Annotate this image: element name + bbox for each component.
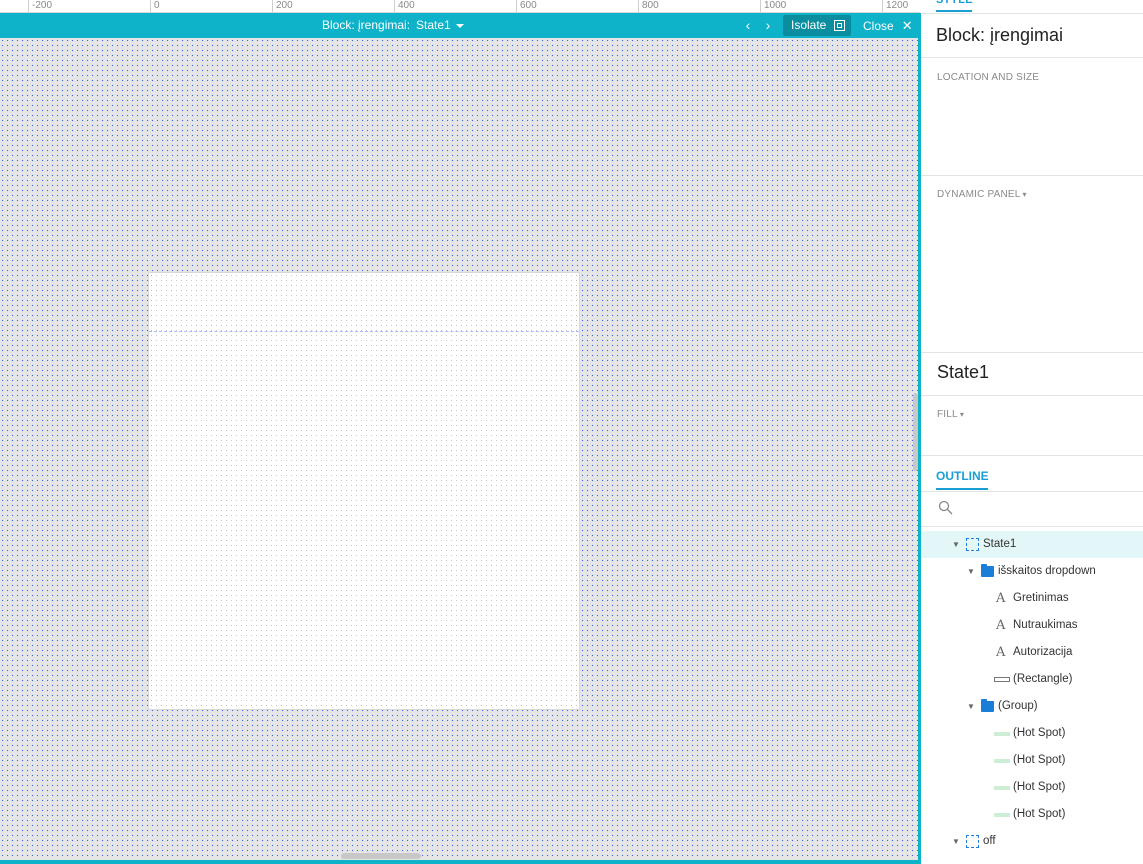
outline-item-label: State1: [983, 538, 1017, 550]
close-icon: ✕: [901, 18, 913, 33]
divider: [921, 352, 1143, 353]
fill-label[interactable]: FILL ▾: [937, 409, 964, 420]
hotspot-icon: [994, 732, 1010, 736]
text-widget-icon: A: [996, 645, 1006, 660]
outline-item-hotspot[interactable]: (Hot Spot): [921, 774, 1143, 801]
divider: [921, 491, 1143, 492]
ruler-label: 1000: [760, 0, 786, 12]
outline-tree: ▼ State1 ▼ išskaitos dropdown A Gretinim…: [921, 531, 1143, 855]
text-widget-icon: A: [996, 591, 1006, 606]
tab-style-underline: [936, 10, 972, 12]
state-selector[interactable]: Block: įrengimai: State1: [322, 13, 464, 38]
block-title: Block: įrengimai: [936, 25, 1064, 45]
isolate-button[interactable]: Isolate: [783, 15, 851, 36]
outline-item-label: išskaitos dropdown: [998, 565, 1096, 577]
location-size-label[interactable]: LOCATION AND SIZE: [937, 72, 1039, 83]
outline-item-label: off: [983, 835, 996, 847]
expand-arrow-icon[interactable]: ▼: [952, 531, 960, 558]
outline-item-iskaitos-dropdown[interactable]: ▼ išskaitos dropdown: [921, 558, 1143, 585]
tab-outline-underline: [936, 488, 988, 490]
outline-item-label: Nutraukimas: [1013, 619, 1078, 631]
expand-arrow-icon[interactable]: ▼: [967, 558, 975, 585]
chevron-right-icon[interactable]: ›: [759, 13, 777, 38]
ruler-label: 200: [272, 0, 293, 12]
isolate-icon: [834, 20, 845, 31]
horizontal-ruler: -200 0 200 400 600 800 1000 1200: [0, 0, 920, 13]
fill-text: FILL: [937, 409, 958, 420]
state-content-area[interactable]: [148, 272, 580, 710]
guide-line: [149, 331, 579, 332]
outline-item-gretinimas[interactable]: A Gretinimas: [921, 585, 1143, 612]
outline-item-hotspot[interactable]: (Hot Spot): [921, 747, 1143, 774]
inspector-panel: STYLE Block: įrengimai LOCATION AND SIZE…: [921, 0, 1143, 864]
ruler-label: 0: [150, 0, 160, 12]
horizontal-scrollbar[interactable]: [341, 853, 421, 859]
outline-item-label: (Rectangle): [1013, 673, 1073, 685]
design-canvas[interactable]: [0, 38, 918, 860]
outline-item-label: Gretinimas: [1013, 592, 1069, 604]
divider: [921, 57, 1143, 58]
folder-icon: [981, 699, 994, 712]
state-title: State1: [937, 362, 990, 382]
folder-icon: [981, 564, 994, 577]
expand-arrow-icon[interactable]: ▼: [952, 828, 960, 855]
tab-outline[interactable]: OUTLINE: [936, 469, 989, 483]
outline-item-label: (Hot Spot): [1013, 781, 1066, 793]
outline-item-autorizacija[interactable]: A Autorizacija: [921, 639, 1143, 666]
block-name-label: Block: įrengimai:: [322, 18, 411, 32]
ruler-label: 400: [394, 0, 415, 12]
dropdown-caret-icon: ▾: [1022, 190, 1027, 199]
hotspot-icon: [994, 786, 1010, 790]
ruler-label: -200: [28, 0, 52, 12]
state-icon: [966, 538, 979, 551]
ruler-label: 800: [638, 0, 659, 12]
divider: [921, 395, 1143, 396]
dropdown-caret-icon: ▾: [959, 410, 965, 419]
isolate-label: Isolate: [791, 18, 827, 32]
outline-item-state1[interactable]: ▼ State1: [921, 531, 1143, 558]
outline-item-group[interactable]: ▼ (Group): [921, 693, 1143, 720]
bottom-border: [0, 860, 920, 864]
expand-arrow-icon[interactable]: ▼: [967, 693, 975, 720]
outline-search-input[interactable]: [957, 498, 1137, 518]
ruler-label: 1200: [882, 0, 908, 12]
outline-item-rectangle[interactable]: (Rectangle): [921, 666, 1143, 693]
close-button[interactable]: Close ✕: [863, 13, 913, 38]
divider: [921, 455, 1143, 456]
dropdown-caret-icon: [455, 23, 464, 28]
outline-item-label: (Hot Spot): [1013, 808, 1066, 820]
hotspot-icon: [994, 813, 1010, 817]
outline-item-hotspot[interactable]: (Hot Spot): [921, 720, 1143, 747]
state-icon: [966, 835, 979, 848]
rectangle-icon: [994, 677, 1010, 682]
outline-item-label: Autorizacija: [1013, 646, 1073, 658]
outline-item-nutraukimas[interactable]: A Nutraukimas: [921, 612, 1143, 639]
outline-item-label: (Hot Spot): [1013, 754, 1066, 766]
text-widget-icon: A: [996, 618, 1006, 633]
state-name-label: State1: [416, 18, 451, 32]
outline-item-off[interactable]: ▼ off: [921, 828, 1143, 855]
chevron-left-icon[interactable]: ‹: [739, 13, 757, 38]
outline-item-label: (Hot Spot): [1013, 727, 1066, 739]
close-label: Close: [863, 19, 894, 33]
search-icon: [938, 500, 953, 515]
divider: [921, 175, 1143, 176]
ruler-label: 600: [516, 0, 537, 12]
divider: [921, 13, 1143, 14]
state-edit-bar: Block: įrengimai: State1 ‹ › Isolate Clos…: [0, 13, 920, 38]
outline-item-label: (Group): [998, 700, 1038, 712]
dynamic-panel-text: DYNAMIC PANEL: [937, 189, 1021, 200]
outline-item-hotspot[interactable]: (Hot Spot): [921, 801, 1143, 828]
dynamic-panel-label[interactable]: DYNAMIC PANEL ▾: [937, 189, 1027, 200]
hotspot-icon: [994, 759, 1010, 763]
divider: [921, 526, 1143, 527]
editor-area: -200 0 200 400 600 800 1000 1200 Block: …: [0, 0, 920, 864]
